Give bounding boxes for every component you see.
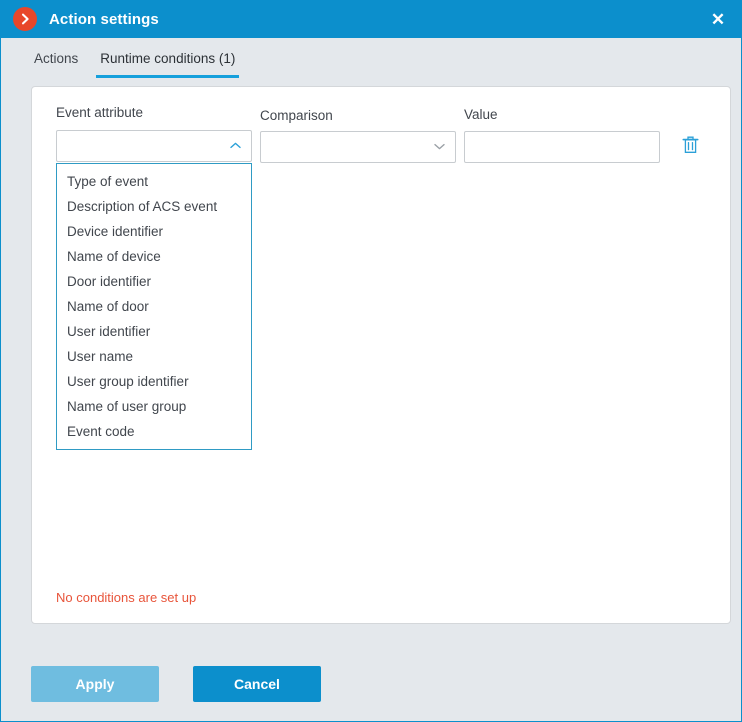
dropdown-option[interactable]: User identifier xyxy=(57,319,251,344)
comparison-select[interactable] xyxy=(260,131,456,163)
trash-icon xyxy=(682,135,699,159)
event-attribute-label: Event attribute xyxy=(56,105,144,120)
chevron-right-circle-icon xyxy=(13,7,37,31)
close-icon[interactable]: ✕ xyxy=(695,0,741,38)
dialog-footer: Apply Cancel xyxy=(1,647,741,721)
tab-runtime-conditions[interactable]: Runtime conditions (1) xyxy=(96,51,240,78)
dropdown-option[interactable]: Event code xyxy=(57,419,251,444)
action-settings-dialog: Action settings ✕ Actions Runtime condit… xyxy=(0,0,742,722)
window-title: Action settings xyxy=(49,10,159,28)
value-label: Value xyxy=(464,107,498,122)
dropdown-option[interactable]: Type of event xyxy=(57,169,251,194)
dropdown-option[interactable]: Description of ACS event xyxy=(57,194,251,219)
title-bar: Action settings ✕ xyxy=(1,0,741,38)
tab-bar: Actions Runtime conditions (1) xyxy=(1,38,741,78)
chevron-up-icon xyxy=(229,137,242,155)
content-area: Event attribute Comparison Value Type of… xyxy=(1,78,741,647)
tab-actions[interactable]: Actions xyxy=(30,51,82,78)
dropdown-option[interactable]: Name of user group xyxy=(57,394,251,419)
status-message: No conditions are set up xyxy=(56,590,197,605)
apply-button[interactable]: Apply xyxy=(31,666,159,702)
dropdown-option[interactable]: Name of door xyxy=(57,294,251,319)
dropdown-option[interactable]: Device identifier xyxy=(57,219,251,244)
cancel-button[interactable]: Cancel xyxy=(193,666,321,702)
dropdown-option[interactable]: User name xyxy=(57,344,251,369)
value-input[interactable] xyxy=(464,131,660,163)
delete-condition-button[interactable] xyxy=(674,131,706,163)
event-attribute-select[interactable] xyxy=(56,130,252,162)
event-attribute-dropdown-list[interactable]: Type of event Description of ACS event D… xyxy=(56,163,252,450)
dropdown-option[interactable]: User group identifier xyxy=(57,369,251,394)
dropdown-option[interactable]: Door identifier xyxy=(57,269,251,294)
dropdown-option[interactable]: Name of device xyxy=(57,244,251,269)
conditions-card: Event attribute Comparison Value Type of… xyxy=(31,86,731,624)
chevron-down-icon xyxy=(433,138,446,156)
comparison-label: Comparison xyxy=(260,108,333,123)
